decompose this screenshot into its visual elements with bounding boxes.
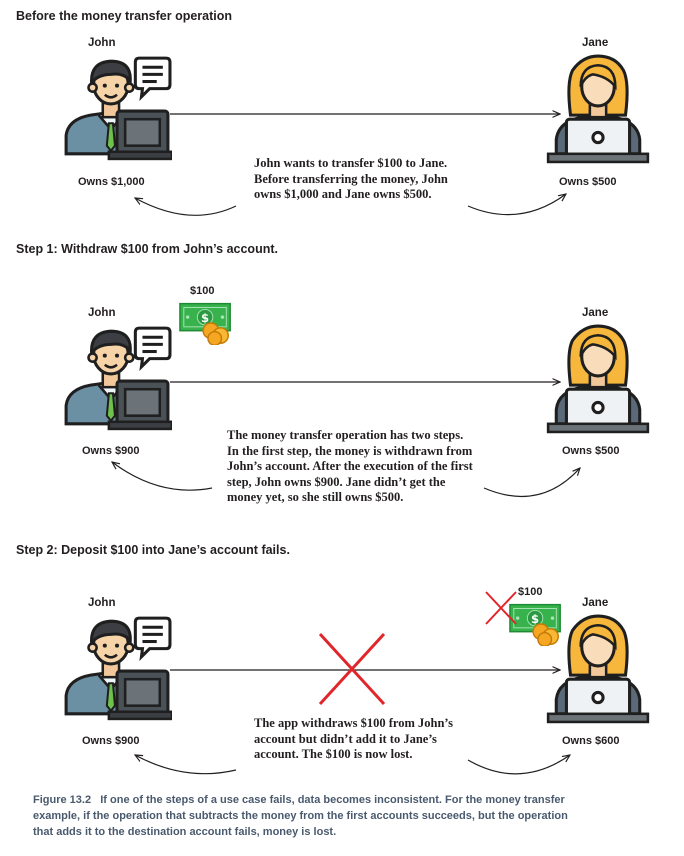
john-icon [64, 326, 172, 431]
callout-arrow [135, 755, 237, 775]
callout-arrow [112, 462, 213, 491]
money-icon [179, 302, 231, 345]
callout-arrow [483, 468, 580, 498]
john-icon [64, 56, 172, 161]
john-icon [64, 616, 172, 721]
callout-arrow [467, 194, 566, 216]
jane-icon [546, 614, 650, 724]
jane-icon [546, 54, 650, 164]
diagram-graphics: $ [64, 54, 650, 775]
callout-arrow [135, 198, 237, 216]
money-icon [509, 603, 561, 646]
callout-arrow [467, 755, 570, 775]
jane-icon [546, 324, 650, 434]
